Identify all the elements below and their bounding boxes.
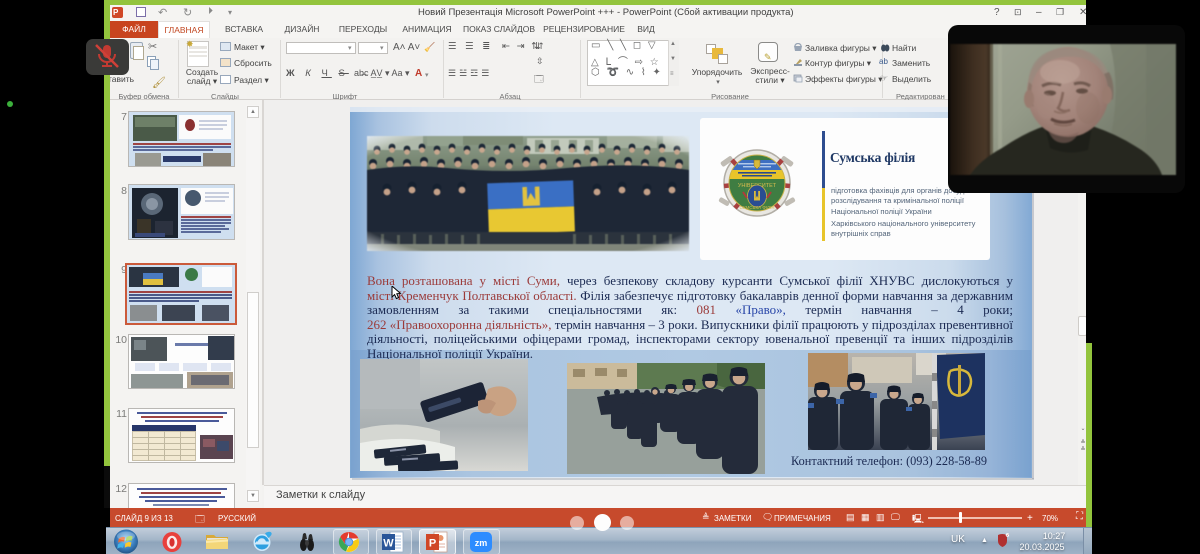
svg-text:zm: zm — [475, 538, 488, 548]
svg-text:СУМСЬКА ФІЛІЯ: СУМСЬКА ФІЛІЯ — [740, 205, 775, 210]
svg-text:P: P — [429, 538, 436, 550]
svg-text:W: W — [383, 538, 394, 550]
